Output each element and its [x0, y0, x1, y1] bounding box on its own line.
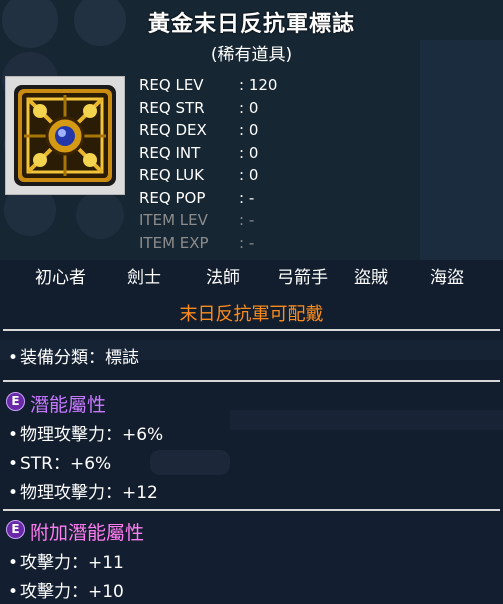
- requirement-row: REQ LUK: 0: [139, 164, 277, 187]
- category-text: 装備分類：標誌: [20, 348, 139, 368]
- requirement-value: -: [248, 233, 255, 252]
- requirement-row: REQ LEV: 120: [139, 74, 277, 97]
- job-magician: 法師: [206, 268, 240, 288]
- job-warrior: 劍士: [127, 268, 161, 288]
- requirement-value: 0: [248, 166, 259, 184]
- requirement-row: REQ INT: 0: [139, 142, 277, 165]
- requirement-colon: :: [239, 211, 249, 229]
- potential-line: • 物理攻擊力：+6%: [8, 425, 164, 445]
- requirement-label: REQ STR: [139, 98, 205, 117]
- bonus-potential-line-text: 攻擊力：+11: [20, 553, 124, 573]
- item-rarity: (稀有道具): [210, 45, 293, 65]
- job-thief: 盜賊: [354, 268, 388, 288]
- bonus-potential-line: • 攻擊力：+10: [8, 582, 124, 602]
- job-pirate: 海盜: [430, 268, 464, 288]
- requirements-list: REQ LEV: 120 REQ STR: 0 REQ DEX: 0 REQ INT:…: [139, 74, 277, 254]
- job-beginner: 初心者: [35, 268, 86, 288]
- potential-line-text: 物理攻擊力：+12: [20, 483, 158, 503]
- item-name: 黃金末日反抗軍標誌: [147, 12, 355, 37]
- requirement-colon: :: [239, 98, 249, 117]
- divider: [3, 329, 500, 331]
- category-line: • 装備分類：標誌: [8, 348, 139, 368]
- potential-title: 潛能屬性: [30, 394, 107, 416]
- potential-line: • 物理攻擊力：+12: [8, 483, 158, 503]
- item-tooltip: 黃金末日反抗軍標誌 (稀有道具) REQ LEV: 120 REQ STR: 0R…: [0, 0, 503, 604]
- requirement-label: ITEM LEV: [139, 211, 208, 229]
- item-icon-frame: [5, 76, 125, 195]
- divider: [3, 380, 500, 382]
- requirement-colon: :: [239, 143, 249, 162]
- requirement-colon: :: [239, 188, 249, 207]
- requirement-row: REQ STR: 0: [139, 97, 277, 120]
- requirement-row: ITEM EXP: -: [139, 232, 277, 255]
- divider: [3, 509, 500, 511]
- bonus-potential-grade-icon: E: [6, 520, 25, 539]
- requirement-label: REQ INT: [139, 143, 201, 162]
- requirement-label: REQ DEX: [139, 121, 207, 139]
- resistance-emblem-icon: [14, 85, 116, 186]
- requirement-label: ITEM EXP: [139, 233, 209, 252]
- job-list: 初心者 劍士 法師 弓箭手 盜賊 海盜: [0, 263, 503, 289]
- bonus-potential-line: • 攻擊力：+11: [8, 553, 124, 573]
- potential-line-text: STR：+6%: [20, 454, 112, 474]
- potential-line-text: 物理攻擊力：+6%: [20, 425, 164, 445]
- requirement-colon: :: [239, 76, 249, 94]
- requirement-value: 0: [248, 121, 259, 139]
- requirement-label: REQ POP: [139, 188, 206, 207]
- requirement-value: -: [248, 211, 255, 229]
- potential-line: • STR：+6%: [8, 454, 112, 474]
- requirement-label: REQ LUK: [139, 166, 204, 184]
- requirement-value: 0: [248, 98, 259, 117]
- requirement-row: ITEM LEV: -: [139, 209, 277, 232]
- bonus-potential-title: 附加潛能屬性: [30, 522, 145, 544]
- requirement-value: 0: [248, 143, 259, 162]
- job-bowman: 弓箭手: [277, 268, 328, 288]
- requirement-value: 120: [248, 76, 278, 94]
- requirement-row: REQ POP: -: [139, 187, 277, 210]
- requirement-value: -: [248, 188, 255, 207]
- requirement-row: REQ DEX: 0: [139, 119, 277, 142]
- requirement-colon: :: [239, 233, 249, 252]
- requirement-colon: :: [239, 166, 249, 184]
- potential-grade-icon: E: [6, 392, 25, 411]
- bonus-potential-line-text: 攻擊力：+10: [20, 582, 124, 602]
- requirement-colon: :: [239, 121, 249, 139]
- requirement-label: REQ LEV: [139, 76, 204, 94]
- equip-restriction-note: 末日反抗軍可配戴: [179, 304, 324, 325]
